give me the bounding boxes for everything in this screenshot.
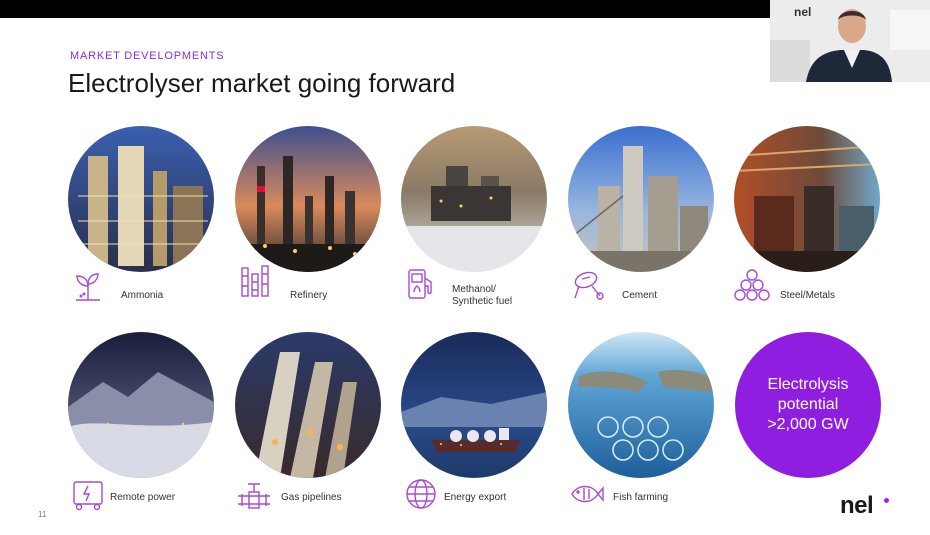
nel-logo: nel [840,492,874,519]
stacked-circles-icon [734,266,770,302]
steel-mill-photo [734,126,880,272]
webcam-nel-logo: nel [794,5,812,19]
sprout-icon [70,268,106,304]
gas-pipelines-photo [235,332,381,478]
cement-plant-photo [568,126,714,272]
cement-mixer-icon [570,266,606,302]
webcam-overlay: nel [770,0,930,82]
sector-label-refinery: Refinery [290,290,328,301]
sector-label-cement: Cement [622,290,658,301]
refinery-photo [235,126,381,272]
refinery-towers-icon [237,262,273,298]
ammonia-plant-photo [68,126,214,272]
section-eyebrow: MARKET DEVELOPMENTS [70,50,225,62]
methanol-plant-photo [401,126,547,272]
sector-label-methanol: Methanol/ Synthetic fuel [452,284,513,307]
fuel-pump-icon [403,266,439,302]
slide-title: Electrolyser market going forward [68,68,456,98]
page-number: 11 [38,510,47,519]
sector-label-gas-pipelines: Gas pipelines [281,492,342,503]
logo-dot [884,498,889,503]
sector-label-energy-export: Energy export [444,492,507,503]
pipeline-valve-icon [236,476,272,512]
generator-icon [70,476,106,512]
globe-icon [403,476,439,512]
fish-farm-photo [568,332,714,478]
sector-label-fish-farming: Fish farming [613,492,669,503]
lng-ship-photo [401,332,547,478]
sector-label-remote-power: Remote power [110,492,176,503]
remote-power-photo [68,332,214,478]
electrolysis-potential-callout: Electrolysis potential >2,000 GW [735,332,881,478]
sector-label-ammonia: Ammonia [121,290,164,301]
slide: MARKET DEVELOPMENTS Electrolyser market … [0,18,930,535]
sector-label-steel: Steel/Metals [780,290,836,301]
fish-icon [568,476,604,512]
